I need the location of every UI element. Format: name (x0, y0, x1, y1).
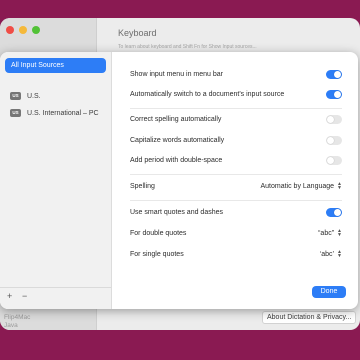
window-controls (6, 26, 40, 34)
capitalize-words-row: Capitalize words automatically (130, 133, 342, 147)
auto-switch-toggle[interactable] (326, 89, 342, 99)
chevron-updown-icon: ▲ ▼ (337, 181, 342, 191)
smart-quotes-row: Use smart quotes and dashes (130, 205, 342, 219)
single-quotes-row: For single quotes ‘abc’ ▲ ▼ (130, 247, 342, 261)
capitalize-words-toggle[interactable] (326, 135, 342, 145)
correct-spelling-row: Correct spelling automatically (130, 112, 342, 126)
all-input-sources-item[interactable]: All Input Sources (5, 58, 106, 73)
single-quotes-popup[interactable]: ‘abc’ ▲ ▼ (319, 249, 342, 259)
us-flag-icon: US (10, 92, 21, 100)
double-quotes-popup[interactable]: “abc” ▲ ▼ (318, 228, 342, 238)
about-dictation-button[interactable]: About Dictation & Privacy... (262, 311, 357, 324)
sidebar-divider (0, 287, 111, 288)
window-subtitle: To learn about keyboard and Shift Fn for… (118, 44, 257, 50)
sidebar-item-flip4mac[interactable]: Flip4Mac (4, 314, 30, 321)
single-quotes-value: ‘abc’ (319, 250, 335, 258)
add-period-row: Add period with double-space (130, 153, 342, 167)
add-period-toggle[interactable] (326, 155, 342, 165)
capitalize-words-label: Capitalize words automatically (130, 136, 225, 144)
done-button[interactable]: Done (312, 286, 346, 298)
input-sources-sheet: All Input Sources US U.S. US U.S. Intern… (0, 52, 358, 309)
input-source-us-international[interactable]: US U.S. International – PC (10, 109, 99, 117)
chevron-updown-icon: ▲ ▼ (337, 249, 342, 259)
correct-spelling-label: Correct spelling automatically (130, 115, 222, 123)
settings-content: Show input menu in menu bar Automaticall… (112, 52, 358, 309)
spelling-value: Automatic by Language (260, 182, 335, 190)
section-divider (130, 200, 342, 201)
correct-spelling-toggle[interactable] (326, 114, 342, 124)
show-input-menu-toggle[interactable] (326, 69, 342, 79)
zoom-window-button[interactable] (32, 26, 40, 34)
remove-input-source-button[interactable]: − (22, 290, 27, 302)
input-source-us[interactable]: US U.S. (10, 92, 41, 100)
show-input-menu-label: Show input menu in menu bar (130, 70, 223, 78)
section-divider (130, 108, 342, 109)
sidebar-item-java[interactable]: Java (4, 322, 18, 329)
show-input-menu-row: Show input menu in menu bar (130, 67, 342, 81)
double-quotes-label: For double quotes (130, 229, 187, 237)
spelling-popup[interactable]: Automatic by Language ▲ ▼ (260, 181, 342, 191)
auto-switch-row: Automatically switch to a document's inp… (130, 87, 342, 101)
input-source-label: U.S. (27, 92, 41, 100)
spelling-row: Spelling Automatic by Language ▲ ▼ (130, 179, 342, 193)
double-quotes-row: For double quotes “abc” ▲ ▼ (130, 226, 342, 240)
spelling-label: Spelling (130, 182, 155, 190)
double-quotes-value: “abc” (318, 229, 335, 237)
input-source-label: U.S. International – PC (27, 109, 99, 117)
add-period-label: Add period with double-space (130, 156, 223, 164)
single-quotes-label: For single quotes (130, 250, 184, 258)
smart-quotes-label: Use smart quotes and dashes (130, 208, 223, 216)
smart-quotes-toggle[interactable] (326, 207, 342, 217)
minimize-window-button[interactable] (19, 26, 27, 34)
window-title: Keyboard (118, 28, 157, 38)
close-window-button[interactable] (6, 26, 14, 34)
section-divider (130, 174, 342, 175)
add-input-source-button[interactable]: + (7, 290, 12, 302)
auto-switch-label: Automatically switch to a document's inp… (130, 90, 285, 98)
input-sources-sidebar: All Input Sources US U.S. US U.S. Intern… (0, 52, 112, 309)
chevron-updown-icon: ▲ ▼ (337, 228, 342, 238)
us-flag-icon: US (10, 109, 21, 117)
